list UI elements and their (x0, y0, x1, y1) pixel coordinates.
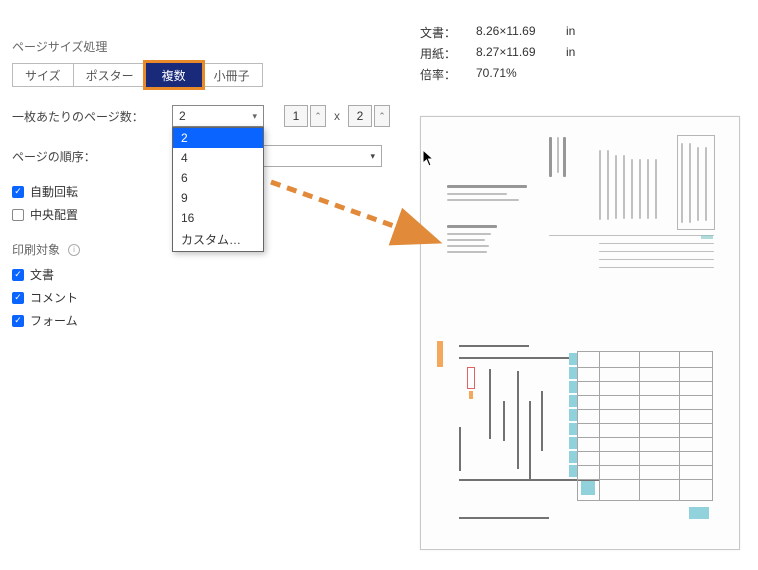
dropdown-option[interactable]: 6 (173, 168, 263, 188)
tab-size[interactable]: サイズ (12, 63, 74, 87)
meta-scale-label: 倍率： (420, 66, 464, 83)
center-label: 中央配置 (30, 206, 78, 223)
meta-doc-unit: in (566, 24, 596, 41)
page-sizing-title: ページサイズ処理 (12, 38, 412, 55)
auto-rotate-checkbox[interactable] (12, 186, 24, 198)
pages-per-sheet-dropdown: 2 4 6 9 16 カスタム… (172, 127, 264, 252)
meta-paper-label: 用紙： (420, 45, 464, 62)
print-preview (420, 116, 740, 550)
tab-booklet[interactable]: 小冊子 (201, 63, 263, 87)
print-comment-checkbox[interactable] (12, 292, 24, 304)
dropdown-option[interactable]: 9 (173, 188, 263, 208)
page-order-label: ページの順序： (12, 148, 172, 165)
chevron-down-icon: ▾ (370, 151, 375, 162)
x-label: x (334, 109, 340, 123)
print-form-checkbox[interactable] (12, 315, 24, 327)
pages-per-sheet-value: 2 (179, 109, 186, 123)
info-icon[interactable]: i (68, 244, 80, 256)
pages-per-sheet-label: 一枚あたりのページ数： (12, 108, 172, 125)
dropdown-option[interactable]: カスタム… (173, 228, 263, 251)
meta-scale-value: 70.71% (476, 66, 554, 83)
center-checkbox[interactable] (12, 209, 24, 221)
auto-rotate-label: 自動回転 (30, 183, 78, 200)
print-target-title: 印刷対象 (12, 241, 60, 258)
meta-doc-value: 8.26×11.69 (476, 24, 554, 41)
meta-paper-unit: in (566, 45, 596, 62)
page-sizing-tabs: サイズ ポスター 複数 小冊子 (12, 63, 412, 87)
chevron-down-icon: ▾ (252, 111, 257, 122)
preview-page-1 (429, 125, 731, 331)
cols-value: 1 (284, 105, 308, 127)
meta-paper-value: 8.27×11.69 (476, 45, 554, 62)
tab-multiple[interactable]: 複数 (146, 63, 202, 87)
rows-up-icon[interactable]: ⌃ (374, 105, 390, 127)
meta-doc-label: 文書： (420, 24, 464, 41)
document-meta: 文書： 8.26×11.69 in 用紙： 8.27×11.69 in 倍率： … (420, 24, 596, 87)
pages-per-sheet-select[interactable]: 2 ▾ (172, 105, 264, 127)
cols-stepper[interactable]: 1 ⌃ (284, 105, 326, 127)
print-doc-checkbox[interactable] (12, 269, 24, 281)
tab-poster[interactable]: ポスター (73, 63, 147, 87)
preview-page-2 (429, 331, 731, 537)
dropdown-option[interactable]: 2 (173, 128, 263, 148)
dropdown-option[interactable]: 16 (173, 208, 263, 228)
rows-stepper[interactable]: 2 ⌃ (348, 105, 390, 127)
print-comment-label: コメント (30, 289, 78, 306)
cols-up-icon[interactable]: ⌃ (310, 105, 326, 127)
print-form-label: フォーム (30, 312, 78, 329)
dropdown-option[interactable]: 4 (173, 148, 263, 168)
print-doc-label: 文書 (30, 266, 54, 283)
rows-value: 2 (348, 105, 372, 127)
meta-scale-unit (566, 66, 596, 83)
